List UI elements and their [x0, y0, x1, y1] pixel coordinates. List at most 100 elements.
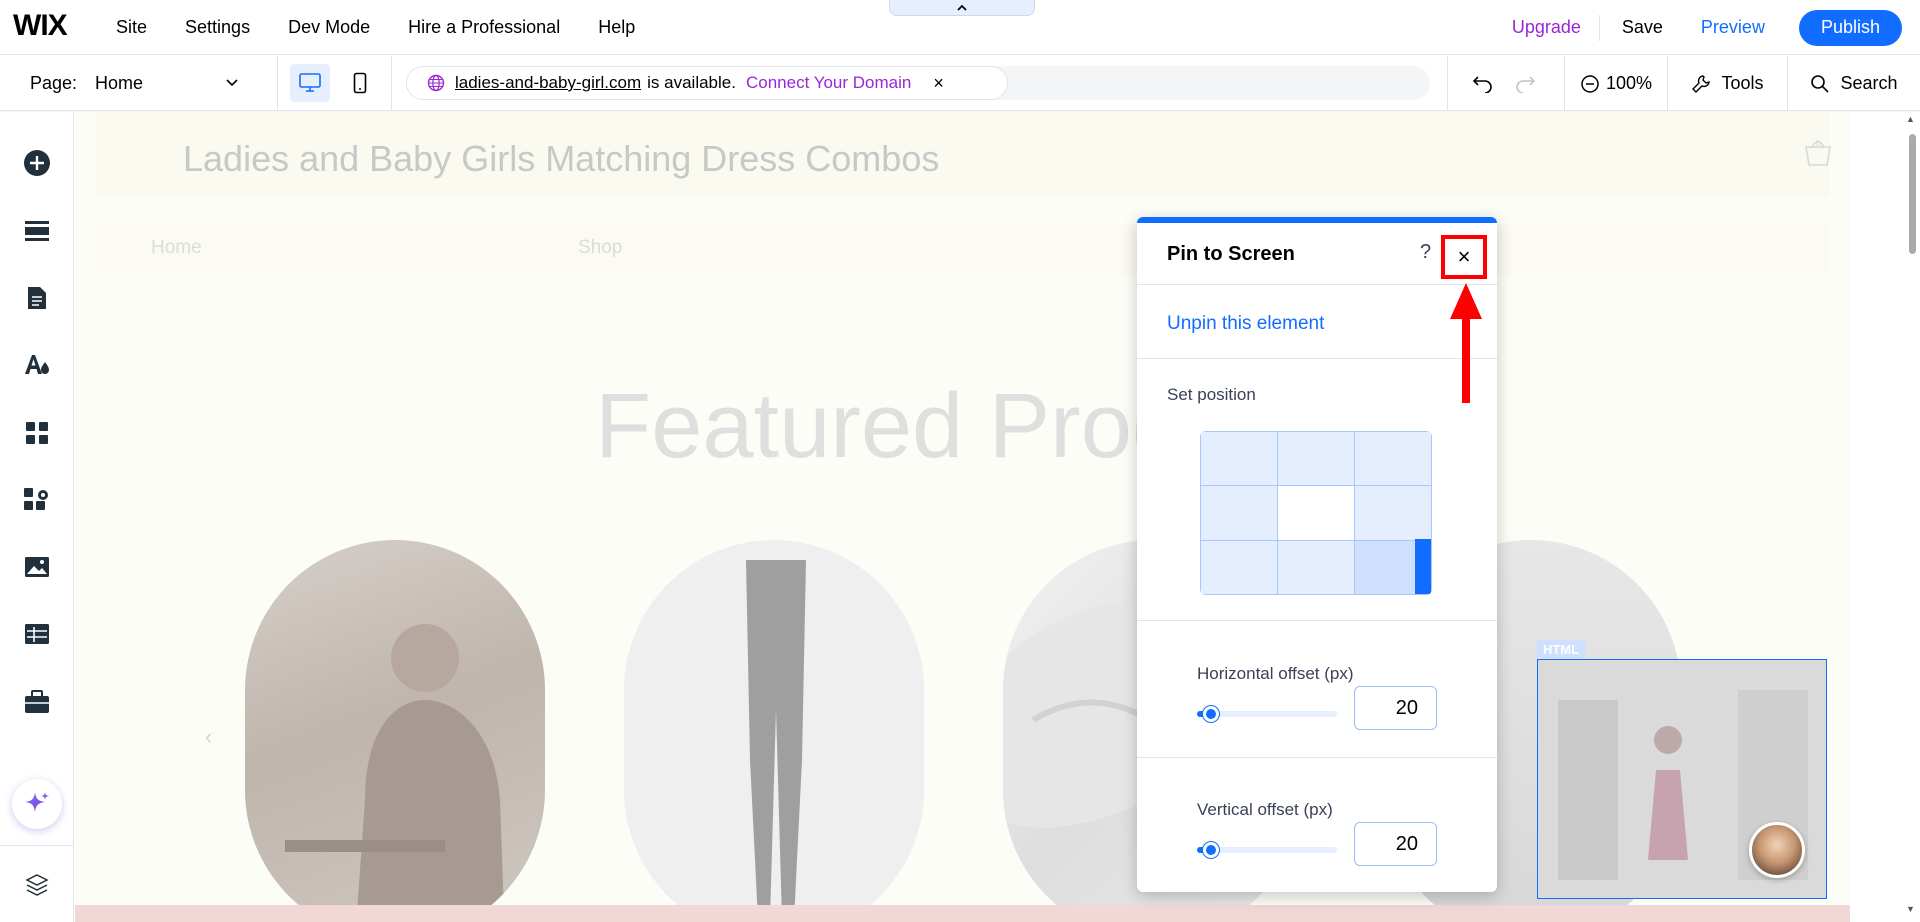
- layers-button[interactable]: [22, 870, 52, 900]
- scroll-down-arrow[interactable]: ▼: [1906, 904, 1915, 914]
- close-icon[interactable]: ×: [933, 73, 944, 94]
- collapse-toolbar-button[interactable]: [889, 0, 1035, 16]
- chevron-down-icon: [226, 79, 238, 87]
- globe-icon: [427, 74, 445, 92]
- slider-handle[interactable]: [1203, 842, 1219, 858]
- position-middle-left[interactable]: [1200, 485, 1278, 541]
- nav-home[interactable]: Home: [151, 237, 202, 259]
- divider: [1137, 757, 1497, 758]
- position-center[interactable]: [1277, 485, 1355, 541]
- pin-to-screen-panel: Pin to Screen ? × Unpin this element Set…: [1137, 217, 1497, 892]
- apps-icon: [26, 422, 48, 444]
- horizontal-offset-label: Horizontal offset (px): [1197, 664, 1354, 683]
- product-photo: [285, 624, 505, 922]
- site-header[interactable]: Ladies and Baby Girls Matching Dress Com…: [95, 112, 1833, 198]
- cart-icon[interactable]: 0: [1803, 140, 1833, 168]
- zoom-control[interactable]: 100%: [1565, 56, 1668, 111]
- position-bottom-center[interactable]: [1277, 540, 1355, 595]
- menu-dev-mode[interactable]: Dev Mode: [288, 17, 370, 38]
- ai-assistant-button[interactable]: [12, 779, 62, 829]
- wix-logo[interactable]: WIX: [13, 9, 68, 43]
- unpin-element-link[interactable]: Unpin this element: [1167, 313, 1324, 335]
- position-top-left[interactable]: [1200, 431, 1278, 486]
- vertical-offset-input[interactable]: 20: [1354, 822, 1437, 866]
- top-menu-bar: WIX Site Settings Dev Mode Hire a Profes…: [0, 0, 1920, 55]
- site-stage: Ladies and Baby Girls Matching Dress Com…: [75, 112, 1850, 922]
- divider: [1137, 620, 1497, 621]
- slider-handle[interactable]: [1203, 706, 1219, 722]
- sections-icon: [25, 221, 49, 241]
- menu-settings[interactable]: Settings: [185, 17, 250, 38]
- position-bottom-left[interactable]: [1200, 540, 1278, 595]
- zoom-level: 100%: [1605, 73, 1653, 93]
- add-section-button[interactable]: [22, 216, 52, 246]
- position-bottom-right[interactable]: [1354, 539, 1432, 595]
- site-title[interactable]: Ladies and Baby Girls Matching Dress Com…: [183, 138, 939, 180]
- preview-button[interactable]: Preview: [1701, 17, 1765, 38]
- nav-shop[interactable]: Shop: [578, 237, 622, 259]
- desktop-icon: [299, 73, 321, 92]
- domain-link[interactable]: ladies-and-baby-girl.com: [455, 73, 641, 93]
- chat-avatar[interactable]: [1749, 822, 1805, 878]
- menu-help[interactable]: Help: [598, 17, 635, 38]
- connect-domain-link[interactable]: Connect Your Domain: [746, 73, 911, 93]
- redo-icon[interactable]: [1514, 73, 1536, 93]
- zoom-out-icon: [1581, 74, 1599, 93]
- divider: [1137, 358, 1497, 359]
- wrench-icon: [1692, 74, 1711, 93]
- plus-circle-icon: [24, 150, 50, 176]
- help-icon[interactable]: ?: [1420, 241, 1431, 264]
- top-actions: Upgrade Save Preview Publish: [1512, 0, 1920, 55]
- panel-header[interactable]: Pin to Screen ? ×: [1137, 223, 1497, 285]
- add-elements-button[interactable]: [22, 148, 52, 178]
- set-position-label: Set position: [1167, 385, 1256, 404]
- undo-icon[interactable]: [1472, 73, 1494, 93]
- business-apps-button[interactable]: [22, 485, 52, 515]
- scrollbar-thumb[interactable]: [1909, 134, 1916, 254]
- domain-pill: ladies-and-baby-girl.com is available. C…: [406, 66, 1008, 100]
- save-button[interactable]: Save: [1622, 17, 1663, 38]
- chevron-up-icon: [957, 4, 967, 11]
- search-label: Search: [1840, 73, 1898, 93]
- position-top-right[interactable]: [1354, 431, 1432, 486]
- layers-icon: [25, 874, 49, 896]
- page-selector[interactable]: Page: Home: [0, 56, 278, 111]
- publish-button[interactable]: Publish: [1798, 9, 1902, 46]
- mobile-view-button[interactable]: [340, 64, 380, 102]
- close-button[interactable]: ×: [1441, 235, 1487, 279]
- table-icon: [25, 624, 49, 644]
- media-button[interactable]: [22, 552, 52, 582]
- domain-available-text: is available.: [647, 73, 736, 92]
- cart-count: 0: [1815, 140, 1820, 148]
- horizontal-offset-slider[interactable]: [1197, 706, 1337, 722]
- editor-canvas[interactable]: Ladies and Baby Girls Matching Dress Com…: [75, 112, 1850, 922]
- carousel-prev-button[interactable]: ‹: [205, 724, 212, 750]
- vertical-offset-slider[interactable]: [1197, 842, 1337, 858]
- panel-title: Pin to Screen: [1167, 243, 1295, 265]
- position-top-center[interactable]: [1277, 431, 1355, 486]
- menu-site[interactable]: Site: [116, 17, 147, 38]
- product-image[interactable]: [245, 540, 545, 922]
- undo-redo: [1447, 56, 1565, 111]
- product-image[interactable]: [624, 540, 924, 922]
- sparkle-icon: [25, 792, 49, 812]
- html-element-label: HTML: [1537, 640, 1586, 658]
- position-middle-right[interactable]: [1354, 485, 1432, 541]
- cms-button[interactable]: [22, 619, 52, 649]
- desktop-view-button[interactable]: [290, 64, 330, 102]
- scroll-up-arrow[interactable]: ▲: [1906, 114, 1915, 124]
- portfolio-button[interactable]: [22, 687, 52, 717]
- tools-button[interactable]: Tools: [1668, 56, 1788, 111]
- search-icon: [1811, 74, 1830, 93]
- tools-label: Tools: [1721, 73, 1764, 93]
- site-design-button[interactable]: [22, 350, 52, 380]
- upgrade-link[interactable]: Upgrade: [1512, 17, 1581, 38]
- menu-hire-professional[interactable]: Hire a Professional: [408, 17, 560, 38]
- horizontal-offset-input[interactable]: 20: [1354, 686, 1437, 730]
- pages-menu-button[interactable]: [22, 283, 52, 313]
- search-button[interactable]: Search: [1788, 56, 1920, 111]
- canvas-scroll-area: ▲ ▼: [1850, 112, 1920, 922]
- add-apps-button[interactable]: [22, 418, 52, 448]
- site-nav: Home Shop: [95, 224, 1830, 274]
- mobile-icon: [353, 72, 367, 94]
